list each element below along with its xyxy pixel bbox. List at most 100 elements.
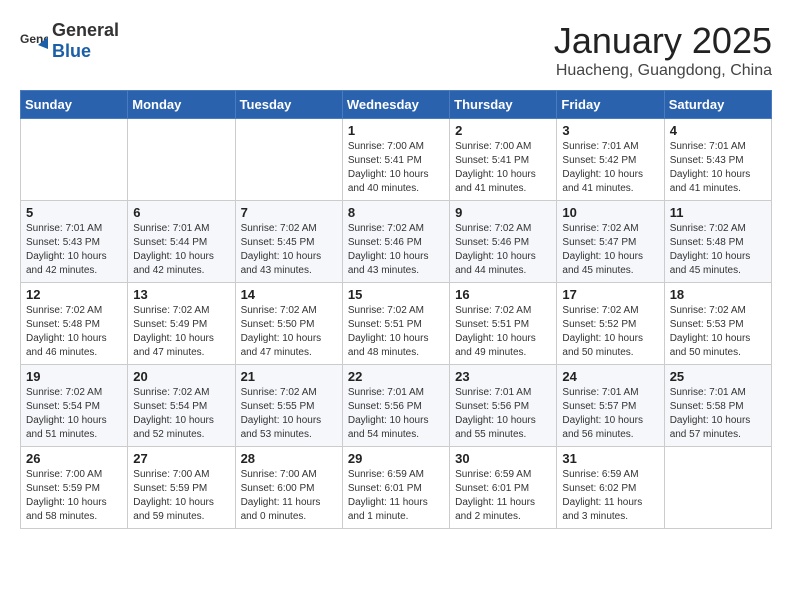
day-number: 23 — [455, 369, 551, 384]
day-number: 3 — [562, 123, 658, 138]
day-info: Sunrise: 7:02 AM Sunset: 5:53 PM Dayligh… — [670, 304, 766, 360]
day-number: 2 — [455, 123, 551, 138]
day-info: Sunrise: 7:01 AM Sunset: 5:56 PM Dayligh… — [455, 386, 551, 442]
calendar-week-row: 1 Sunrise: 7:00 AM Sunset: 5:41 PM Daylig… — [21, 119, 772, 201]
calendar-cell: 11Sunrise: 7:02 AM Sunset: 5:48 PM Dayli… — [664, 201, 771, 283]
day-info: Sunrise: 7:01 AM Sunset: 5:42 PM Dayligh… — [562, 140, 658, 196]
day-info: Sunrise: 7:02 AM Sunset: 5:50 PM Dayligh… — [241, 304, 337, 360]
day-number: 26 — [26, 451, 122, 466]
calendar-cell: 3 Sunrise: 7:01 AM Sunset: 5:42 PM Daylig… — [557, 119, 664, 201]
day-number: 17 — [562, 287, 658, 302]
day-info: Sunrise: 7:00 AM Sunset: 5:59 PM Dayligh… — [26, 468, 122, 524]
calendar-cell: 8 Sunrise: 7:02 AM Sunset: 5:46 PM Daylig… — [342, 201, 449, 283]
calendar-cell: 12 Sunrise: 7:02 AM Sunset: 5:48 PM Dayli… — [21, 283, 128, 365]
day-info: Sunrise: 6:59 AM Sunset: 6:02 PM Dayligh… — [562, 468, 658, 524]
day-number: 15 — [348, 287, 444, 302]
day-number: 5 — [26, 205, 122, 220]
day-info: Sunrise: 7:00 AM Sunset: 6:00 PM Dayligh… — [241, 468, 337, 524]
calendar-cell: 15 Sunrise: 7:02 AM Sunset: 5:51 PM Dayli… — [342, 283, 449, 365]
logo-general: General — [52, 20, 119, 40]
day-number: 14 — [241, 287, 337, 302]
calendar-cell: 18 Sunrise: 7:02 AM Sunset: 5:53 PM Dayli… — [664, 283, 771, 365]
day-info: Sunrise: 7:01 AM Sunset: 5:56 PM Dayligh… — [348, 386, 444, 442]
calendar-cell: 21Sunrise: 7:02 AM Sunset: 5:55 PM Dayli… — [235, 365, 342, 447]
title-block: January 2025 Huacheng, Guangdong, China — [554, 20, 772, 80]
location-title: Huacheng, Guangdong, China — [554, 62, 772, 80]
day-number: 18 — [670, 287, 766, 302]
calendar-cell: 7Sunrise: 7:02 AM Sunset: 5:45 PM Daylig… — [235, 201, 342, 283]
calendar-cell: 14 Sunrise: 7:02 AM Sunset: 5:50 PM Dayli… — [235, 283, 342, 365]
day-number: 25 — [670, 369, 766, 384]
day-number: 24 — [562, 369, 658, 384]
calendar-cell: 24Sunrise: 7:01 AM Sunset: 5:57 PM Dayli… — [557, 365, 664, 447]
calendar-week-row: 26 Sunrise: 7:00 AM Sunset: 5:59 PM Dayli… — [21, 447, 772, 529]
calendar-cell: 31 Sunrise: 6:59 AM Sunset: 6:02 PM Dayli… — [557, 447, 664, 529]
calendar-cell: 25 Sunrise: 7:01 AM Sunset: 5:58 PM Dayli… — [664, 365, 771, 447]
day-number: 11 — [670, 205, 766, 220]
logo-icon: General — [20, 27, 48, 55]
day-info: Sunrise: 7:01 AM Sunset: 5:44 PM Dayligh… — [133, 222, 229, 278]
weekday-header-saturday: Saturday — [664, 91, 771, 119]
day-info: Sunrise: 6:59 AM Sunset: 6:01 PM Dayligh… — [348, 468, 444, 524]
month-title: January 2025 — [554, 20, 772, 62]
calendar-cell: 26 Sunrise: 7:00 AM Sunset: 5:59 PM Dayli… — [21, 447, 128, 529]
day-number: 19 — [26, 369, 122, 384]
day-number: 28 — [241, 451, 337, 466]
day-info: Sunrise: 7:02 AM Sunset: 5:48 PM Dayligh… — [26, 304, 122, 360]
calendar-cell: 29Sunrise: 6:59 AM Sunset: 6:01 PM Dayli… — [342, 447, 449, 529]
day-number: 6 — [133, 205, 229, 220]
day-info: Sunrise: 7:00 AM Sunset: 5:41 PM Dayligh… — [455, 140, 551, 196]
weekday-header-sunday: Sunday — [21, 91, 128, 119]
day-info: Sunrise: 6:59 AM Sunset: 6:01 PM Dayligh… — [455, 468, 551, 524]
day-number: 27 — [133, 451, 229, 466]
day-number: 8 — [348, 205, 444, 220]
calendar-cell: 2 Sunrise: 7:00 AM Sunset: 5:41 PM Daylig… — [450, 119, 557, 201]
calendar-cell — [664, 447, 771, 529]
calendar-cell — [128, 119, 235, 201]
day-info: Sunrise: 7:01 AM Sunset: 5:58 PM Dayligh… — [670, 386, 766, 442]
day-info: Sunrise: 7:02 AM Sunset: 5:46 PM Dayligh… — [348, 222, 444, 278]
day-number: 31 — [562, 451, 658, 466]
calendar-cell: 22 Sunrise: 7:01 AM Sunset: 5:56 PM Dayli… — [342, 365, 449, 447]
calendar-cell: 17 Sunrise: 7:02 AM Sunset: 5:52 PM Dayli… — [557, 283, 664, 365]
day-info: Sunrise: 7:02 AM Sunset: 5:54 PM Dayligh… — [133, 386, 229, 442]
calendar-week-row: 12 Sunrise: 7:02 AM Sunset: 5:48 PM Dayli… — [21, 283, 772, 365]
calendar-cell: 30 Sunrise: 6:59 AM Sunset: 6:01 PM Dayli… — [450, 447, 557, 529]
day-number: 12 — [26, 287, 122, 302]
day-info: Sunrise: 7:02 AM Sunset: 5:54 PM Dayligh… — [26, 386, 122, 442]
calendar-cell: 20 Sunrise: 7:02 AM Sunset: 5:54 PM Dayli… — [128, 365, 235, 447]
weekday-header-row: SundayMondayTuesdayWednesdayThursdayFrid… — [21, 91, 772, 119]
calendar-cell: 9Sunrise: 7:02 AM Sunset: 5:46 PM Daylig… — [450, 201, 557, 283]
day-number: 9 — [455, 205, 551, 220]
calendar-cell: 16 Sunrise: 7:02 AM Sunset: 5:51 PM Dayli… — [450, 283, 557, 365]
day-info: Sunrise: 7:01 AM Sunset: 5:43 PM Dayligh… — [670, 140, 766, 196]
calendar-cell — [21, 119, 128, 201]
day-number: 13 — [133, 287, 229, 302]
weekday-header-wednesday: Wednesday — [342, 91, 449, 119]
logo-wordmark: General Blue — [52, 20, 119, 62]
weekday-header-thursday: Thursday — [450, 91, 557, 119]
day-info: Sunrise: 7:02 AM Sunset: 5:52 PM Dayligh… — [562, 304, 658, 360]
day-number: 16 — [455, 287, 551, 302]
day-number: 22 — [348, 369, 444, 384]
day-info: Sunrise: 7:02 AM Sunset: 5:51 PM Dayligh… — [455, 304, 551, 360]
day-info: Sunrise: 7:02 AM Sunset: 5:51 PM Dayligh… — [348, 304, 444, 360]
calendar-cell — [235, 119, 342, 201]
calendar-cell: 5 Sunrise: 7:01 AM Sunset: 5:43 PM Daylig… — [21, 201, 128, 283]
day-info: Sunrise: 7:01 AM Sunset: 5:43 PM Dayligh… — [26, 222, 122, 278]
calendar-cell: 4 Sunrise: 7:01 AM Sunset: 5:43 PM Daylig… — [664, 119, 771, 201]
day-info: Sunrise: 7:00 AM Sunset: 5:59 PM Dayligh… — [133, 468, 229, 524]
calendar-week-row: 19 Sunrise: 7:02 AM Sunset: 5:54 PM Dayli… — [21, 365, 772, 447]
logo-blue: Blue — [52, 41, 91, 61]
day-info: Sunrise: 7:02 AM Sunset: 5:47 PM Dayligh… — [562, 222, 658, 278]
page-header: General General Blue January 2025 Huache… — [20, 20, 772, 80]
weekday-header-friday: Friday — [557, 91, 664, 119]
weekday-header-monday: Monday — [128, 91, 235, 119]
calendar-cell: 10Sunrise: 7:02 AM Sunset: 5:47 PM Dayli… — [557, 201, 664, 283]
calendar-week-row: 5 Sunrise: 7:01 AM Sunset: 5:43 PM Daylig… — [21, 201, 772, 283]
calendar-cell: 1Sunrise: 7:00 AM Sunset: 5:41 PM Daylig… — [342, 119, 449, 201]
day-number: 1 — [348, 123, 444, 138]
day-number: 20 — [133, 369, 229, 384]
day-number: 30 — [455, 451, 551, 466]
day-number: 4 — [670, 123, 766, 138]
